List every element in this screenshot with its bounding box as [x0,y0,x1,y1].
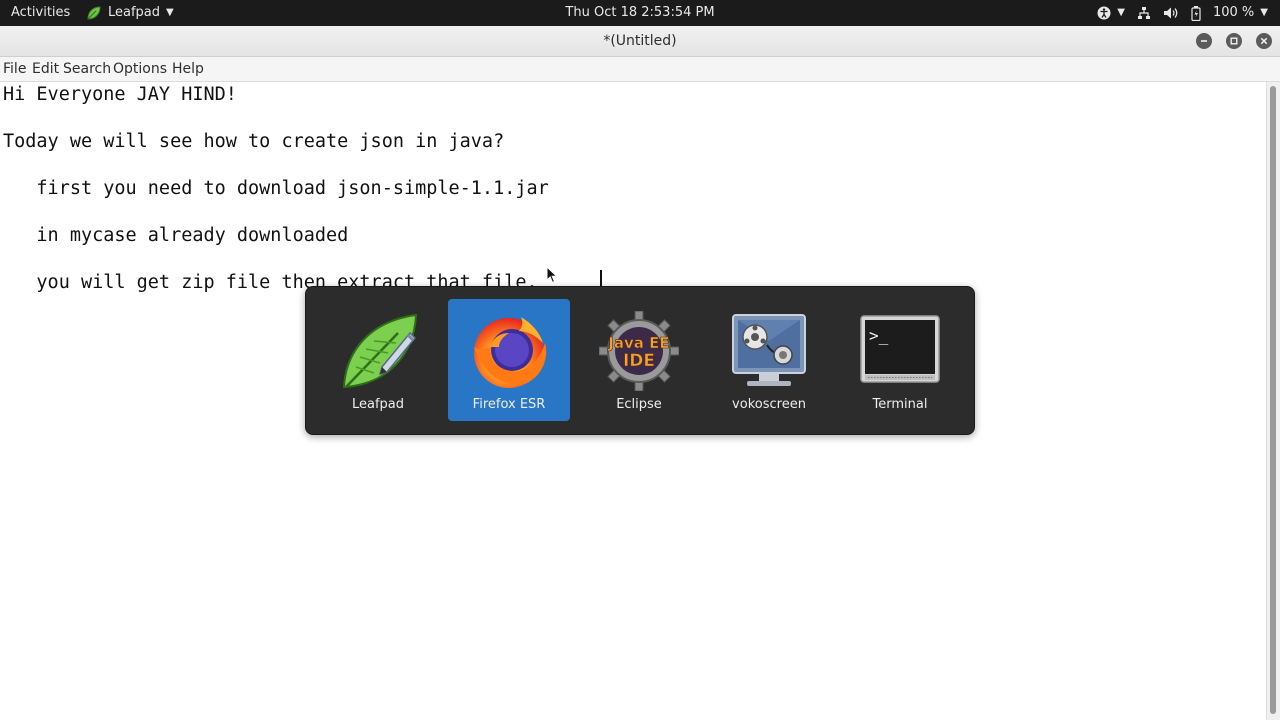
minimize-button[interactable] [1196,33,1212,49]
battery-percent: 100 % [1212,5,1255,20]
switcher-item-terminal[interactable]: >_ Terminal [839,299,961,421]
editor-line-3: first you need to download json-simple-1… [3,178,549,199]
terminal-prompt: >_ [869,326,889,345]
activities-button[interactable]: Activities [11,0,70,26]
switcher-item-eclipse[interactable]: Java EE IDE Eclipse [578,299,700,421]
maximize-button[interactable] [1226,33,1242,49]
close-button[interactable] [1256,33,1272,49]
menu-file[interactable]: File [3,57,26,81]
switcher-item-leafpad[interactable]: Leafpad [317,299,439,421]
switcher-label: Firefox ESR [472,397,546,412]
switcher-label: Terminal [872,397,928,412]
app-menu[interactable]: Leafpad ▼ [86,0,174,26]
network-icon [1137,7,1150,19]
leafpad-icon [342,313,418,388]
eclipse-icon-line2: IDE [623,351,655,371]
menu-bar: File Edit Search Options Help [0,57,1280,82]
menu-edit[interactable]: Edit [32,57,59,81]
chevron-down-icon[interactable]: ▼ [1117,0,1125,26]
system-tray[interactable]: ▼ 100 % ▼ [1097,0,1268,26]
chevron-down-icon[interactable]: ▼ [1260,0,1268,26]
vertical-scrollbar[interactable] [1266,82,1280,720]
clock[interactable]: Thu Oct 18 2:53:54 PM [565,5,714,20]
window-title: *(Untitled) [603,33,677,49]
switcher-label: vokoscreen [732,397,806,412]
eclipse-icon-line1: Java EE [607,334,669,352]
vokoscreen-icon [732,314,806,386]
editor-line-2: Today we will see how to create json in … [3,131,505,152]
battery-icon [1191,5,1201,21]
switcher-item-vokoscreen[interactable]: vokoscreen [708,299,830,421]
scroll-thumb[interactable] [1270,86,1276,714]
accessibility-icon[interactable] [1097,6,1111,20]
menu-options[interactable]: Options [113,57,167,81]
minimize-icon [1201,40,1207,42]
switcher-item-firefox-esr[interactable]: Firefox ESR [448,299,570,421]
editor-line-4: in mycase already downloaded [3,225,349,246]
terminal-icon: >_ [860,315,940,383]
app-menu-label: Leafpad [108,5,161,20]
editor-line-1: Hi Everyone JAY HIND! [3,84,237,105]
eclipse-icon: Java EE IDE [599,311,679,391]
switcher-label: Eclipse [616,397,662,412]
mouse-pointer-icon [546,266,558,284]
chevron-down-icon: ▼ [166,7,174,18]
app-switcher: Leafpad Firefox ESR Java EE IDE Eclipse … [305,286,975,435]
top-bar: Activities Leafpad ▼ Thu Oct 18 2:53:54 … [0,0,1280,26]
leafpad-small-icon [87,6,101,20]
close-icon [1260,37,1268,45]
volume-icon [1163,7,1178,19]
firefox-icon [474,317,547,388]
switcher-label: Leafpad [351,397,405,412]
window-titlebar[interactable]: *(Untitled) [0,26,1280,57]
maximize-icon [1230,37,1238,45]
menu-search[interactable]: Search [63,57,111,81]
menu-help[interactable]: Help [172,57,204,81]
